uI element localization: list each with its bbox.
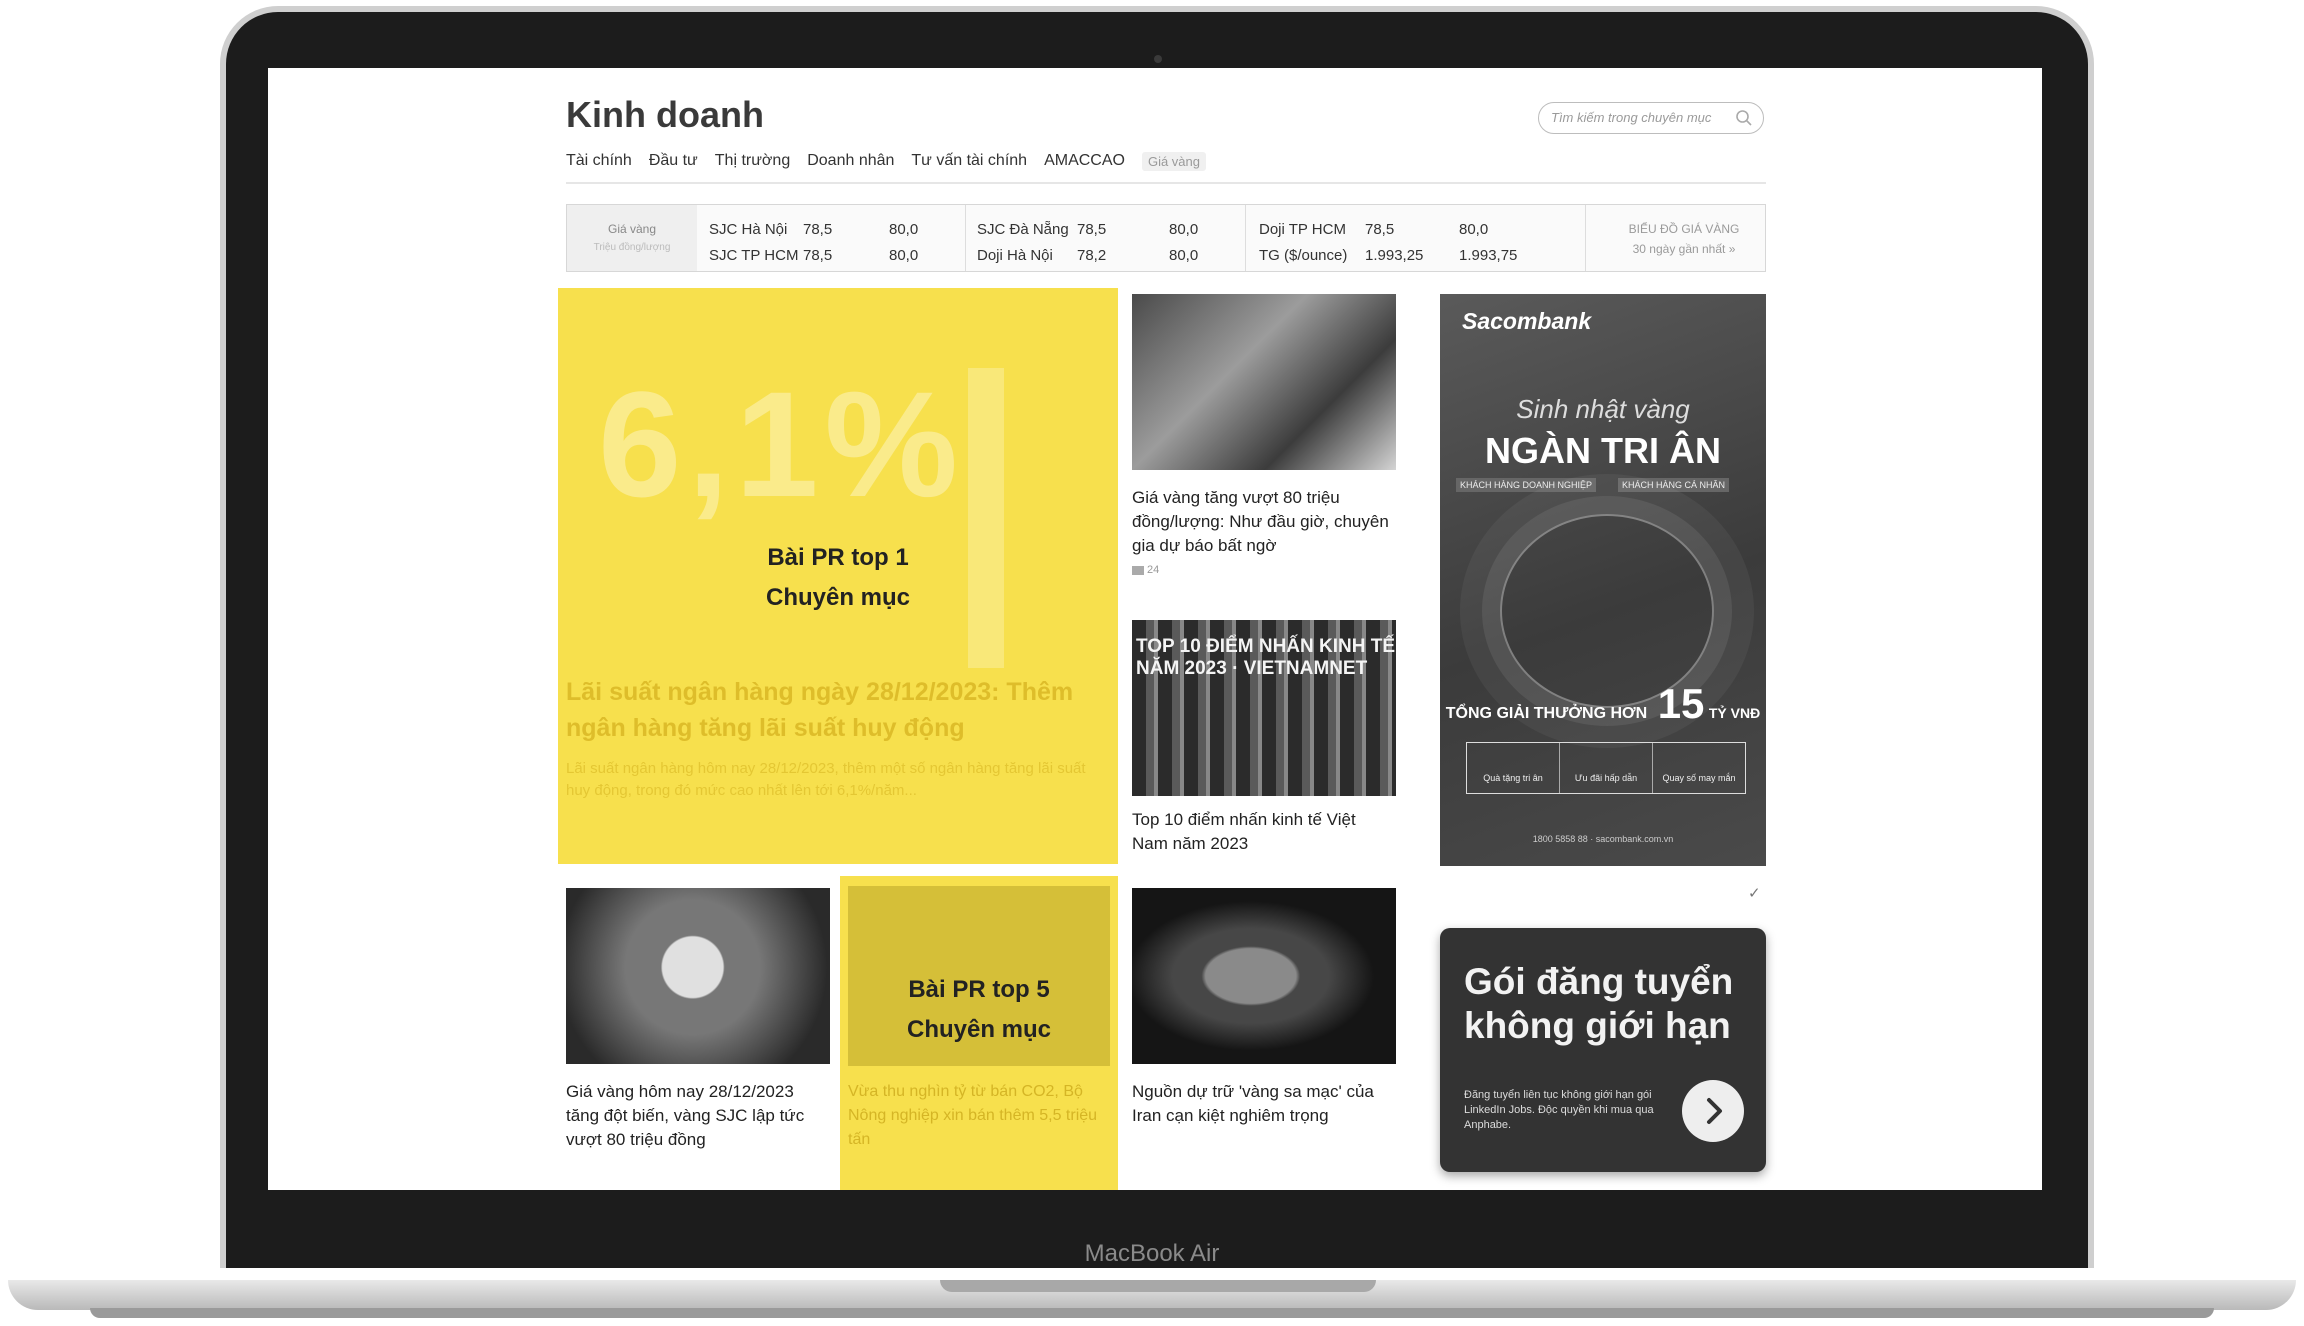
- nav-item-doanh-nhan[interactable]: Doanh nhân: [807, 152, 894, 171]
- gold-row-sell: 80,0: [1169, 247, 1199, 264]
- ad-choices-icon[interactable]: ✓: [1748, 884, 1761, 902]
- ad-prize-value: 15: [1657, 680, 1705, 727]
- category-nav: Tài chính Đầu tư Thị trường Doanh nhân T…: [566, 152, 1207, 171]
- article-1-title[interactable]: Giá vàng tăng vượt 80 triệu đồng/lượng: …: [1132, 486, 1396, 582]
- gold-separator: [965, 205, 966, 271]
- gold-price-label[interactable]: Giá vàng Triệu đồng/lượng: [567, 205, 697, 271]
- article-3-image[interactable]: [566, 888, 830, 1064]
- ad-benefit-gift: Quà tặng tri ân: [1467, 743, 1560, 793]
- gold-chart-link[interactable]: BIỂU ĐỒ GIÁ VÀNG 30 ngày gần nhất »: [1601, 219, 1767, 259]
- gold-chart-link-sub: 30 ngày gần nhất »: [1632, 242, 1736, 256]
- ad-prize-unit: TỶ VNĐ: [1708, 705, 1761, 721]
- ad-benefit-lucky-draw: Quay số may mắn: [1662, 773, 1736, 783]
- nav-item-tu-van-tai-chinh[interactable]: Tư vấn tài chính: [911, 152, 1027, 171]
- jobs-ad-text: Đăng tuyển liên tục không giới hạn gói L…: [1464, 1089, 1654, 1131]
- ad-tag-left: KHÁCH HÀNG DOANH NGHIỆP: [1456, 478, 1597, 492]
- chevron-right-icon: [1707, 1098, 1722, 1124]
- gold-row-name: SJC Hà Nội: [709, 221, 788, 238]
- search-icon[interactable]: [1735, 109, 1753, 127]
- ad-headline: NGÀN TRI ÂN: [1485, 430, 1721, 471]
- gold-row-buy: 78,5: [803, 221, 833, 238]
- article-2-image[interactable]: TOP 10 ĐIỂM NHẤN KINH TẾ NĂM 2023 · VIET…: [1132, 620, 1396, 796]
- nav-item-gia-vang[interactable]: Giá vàng: [1141, 152, 1207, 171]
- nav-item-dau-tu[interactable]: Đầu tư: [649, 152, 698, 171]
- jobs-ad-title: Gói đăng tuyển không giới hạn: [1464, 961, 1734, 1046]
- device-label: MacBook Air: [1084, 1240, 1220, 1267]
- pr-top1-slot[interactable]: 6,1% Bài PR top 1 Chuyên mục Lãi suất ng…: [558, 288, 1118, 864]
- gold-row-sell: 80,0: [1169, 221, 1199, 238]
- pr-top5-label-line2: Chuyên mục: [906, 1016, 1052, 1043]
- page-title[interactable]: Kinh doanh: [566, 94, 764, 136]
- gold-row-name: TG ($/ounce): [1259, 247, 1348, 264]
- nav-divider: [566, 182, 1766, 184]
- pr-top5-label: Bài PR top 5 Chuyên mục: [840, 970, 1118, 1050]
- search-placeholder: Tìm kiếm trong chuyên mục: [1551, 110, 1712, 125]
- pr-top1-label: Bài PR top 1 Chuyên mục: [738, 538, 938, 618]
- gold-row-buy: 78,2: [1077, 247, 1107, 264]
- comment-icon: [1132, 565, 1144, 575]
- article-2-title[interactable]: Top 10 điểm nhấn kinh tế Việt Nam năm 20…: [1132, 808, 1396, 856]
- gold-row-sell: 1.993,75: [1459, 247, 1518, 264]
- gold-row-name: SJC Đà Nẵng: [977, 221, 1069, 238]
- sacombank-ad[interactable]: Sacombank Sinh nhật vàng NGÀN TRI ÂN KHÁ…: [1440, 294, 1766, 866]
- ad-anniversary-graphic: [1500, 514, 1714, 708]
- pr-top1-bg-post: [968, 368, 1004, 668]
- gold-row-sell: 80,0: [889, 221, 919, 238]
- gold-row-name: Doji Hà Nội: [977, 247, 1053, 264]
- gold-row-sell: 80,0: [1459, 221, 1489, 238]
- ad-benefit-offer: Ưu đãi hấp dẫn: [1560, 743, 1653, 793]
- ad-prize-prefix: TỔNG GIẢI THƯỞNG HƠN: [1445, 705, 1648, 722]
- gold-row-sell: 80,0: [889, 247, 919, 264]
- nav-item-tai-chinh[interactable]: Tài chính: [566, 152, 632, 171]
- gold-row-name: Doji TP HCM: [1259, 221, 1346, 238]
- nav-item-thi-truong[interactable]: Thị trường: [715, 152, 790, 171]
- article-1-comments[interactable]: 24: [1132, 558, 1396, 582]
- article-1-image[interactable]: [1132, 294, 1396, 470]
- article-4-image[interactable]: [1132, 888, 1396, 1064]
- gold-unit-text: Triệu đồng/lượng: [593, 242, 671, 253]
- gold-label-text: Giá vàng: [607, 222, 657, 236]
- nav-item-amaccao[interactable]: AMACCAO: [1044, 152, 1125, 171]
- pr-top1-faded-title: Lãi suất ngân hàng ngày 28/12/2023: Thêm…: [566, 678, 1074, 742]
- pr-top5-faded-title: Vừa thu nghìn tỷ từ bán CO2, Bộ Nông ngh…: [848, 1083, 1098, 1148]
- ad-tag-right: KHÁCH HÀNG CÁ NHÂN: [1618, 478, 1730, 492]
- laptop-base-edge: [90, 1308, 2214, 1318]
- ad-benefit-boxes: Quà tặng tri ân Ưu đãi hấp dẫn Quay số m…: [1466, 742, 1746, 794]
- jobs-ad[interactable]: Gói đăng tuyển không giới hạn Đăng tuyển…: [1440, 928, 1766, 1172]
- gold-separator: [1585, 205, 1586, 271]
- gold-cell-sjc-doji: SJC Đà Nẵng 78,5 80,0 Doji Hà Nội 78,2 80,0: [977, 217, 1198, 269]
- pr-top1-faded-text: Lãi suất ngân hàng hôm nay 28/12/2023, t…: [566, 760, 1086, 799]
- pr-top1-label-line1: Bài PR top 1: [767, 544, 909, 571]
- camera-icon: [1154, 55, 1162, 63]
- gold-separator: [1245, 205, 1246, 271]
- article-3-title[interactable]: Giá vàng hôm nay 28/12/2023 tăng đột biế…: [566, 1080, 830, 1152]
- sacombank-logo: Sacombank: [1462, 308, 1592, 334]
- laptop-notch: [940, 1280, 1376, 1292]
- article-1-title-text: Giá vàng tăng vượt 80 triệu đồng/lượng: …: [1132, 488, 1389, 555]
- gold-row-buy: 78,5: [803, 247, 833, 264]
- gold-cell-sjc: SJC Hà Nội 78,5 80,0 SJC TP HCM 78,5 80,0: [709, 217, 918, 269]
- browser-viewport: Kinh doanh Tìm kiếm trong chuyên mục Tài…: [268, 68, 2042, 1190]
- gold-cell-doji-world: Doji TP HCM 78,5 80,0 TG ($/ounce) 1.993,25…: [1259, 217, 1517, 269]
- article-4-title[interactable]: Nguồn dự trữ 'vàng sa mạc' của Iran cạn …: [1132, 1080, 1396, 1128]
- ad-contact: 1800 5858 88 · sacombank.com.vn: [1532, 834, 1674, 844]
- pr-top1-bg-number: 6,1%: [598, 360, 964, 528]
- pr-top5-slot[interactable]: Bài PR top 5 Chuyên mục Vừa thu nghìn tỷ…: [840, 876, 1118, 1190]
- ad-script-text: Sinh nhật vàng: [1516, 394, 1690, 424]
- gold-price-bar: Giá vàng Triệu đồng/lượng SJC Hà Nội 78,5…: [566, 204, 1766, 272]
- pr-top5-label-line1: Bài PR top 5: [908, 976, 1050, 1003]
- ad-prize: TỔNG GIẢI THƯỞNG HƠN 15 TỶ VNĐ: [1440, 680, 1766, 728]
- comment-count: 24: [1147, 564, 1160, 576]
- search-input[interactable]: Tìm kiếm trong chuyên mục: [1538, 102, 1764, 134]
- gold-row-buy: 1.993,25: [1365, 247, 1424, 264]
- gold-chart-link-title: BIỂU ĐỒ GIÁ VÀNG: [1628, 222, 1740, 236]
- gold-row-name: SJC TP HCM: [709, 247, 799, 264]
- article-2-image-caption: TOP 10 ĐIỂM NHẤN KINH TẾ NĂM 2023 · VIET…: [1136, 636, 1396, 679]
- gold-row-buy: 78,5: [1077, 221, 1107, 238]
- gold-row-buy: 78,5: [1365, 221, 1395, 238]
- jobs-ad-arrow-button[interactable]: [1682, 1080, 1744, 1142]
- pr-top1-label-line2: Chuyên mục: [765, 584, 911, 611]
